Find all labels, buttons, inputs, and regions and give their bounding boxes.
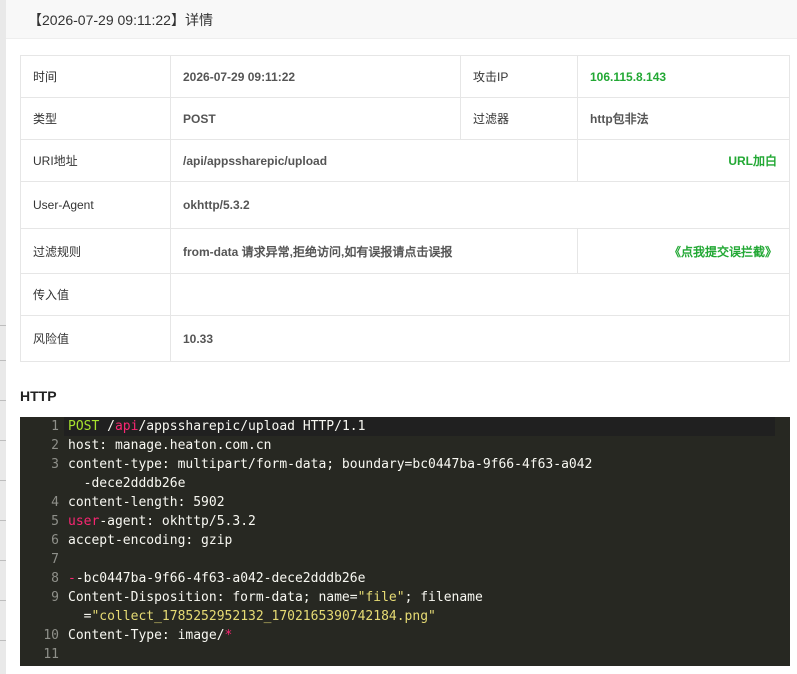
code-string: "file"	[357, 590, 405, 605]
uri-label: URI地址	[20, 139, 171, 182]
code-text: -agent: okhttp/5.3.2	[99, 514, 256, 529]
code-text: -bc0447ba-9f66-4f63-a042-dece2dddb26e	[75, 571, 366, 586]
type-label: 类型	[20, 97, 171, 140]
risk-label: 风险值	[20, 315, 171, 362]
dialog-header: 【2026-07-29 09:11:22】详情	[6, 0, 797, 39]
code-text: =	[68, 609, 92, 624]
filter-rule-label: 过滤规则	[20, 228, 171, 274]
uri-value: /api/appssharepic/upload	[170, 139, 578, 182]
type-value: POST	[170, 97, 461, 140]
code-line-wrapped: ="collect_1785252952132_1702165390742184…	[68, 607, 436, 626]
filter-label: 过滤器	[460, 97, 578, 140]
time-value: 2026-07-29 09:11:22	[170, 55, 461, 98]
code-text: /appssharepic/upload HTTP/1.1	[138, 419, 366, 434]
code-line-wrapped: -dece2dddb26e	[68, 476, 186, 491]
code-token: user	[68, 514, 100, 529]
payload-label: 传入值	[20, 273, 171, 316]
code-token: *	[224, 628, 233, 643]
line-number: 9	[51, 590, 59, 605]
filter-rule-value: from-data 请求异常,拒绝访问,如有误报请点击误报	[170, 228, 578, 274]
detail-row-time: 时间 2026-07-29 09:11:22 攻击IP 106.115.8.14…	[20, 55, 790, 98]
line-number: 8	[51, 571, 59, 586]
code-line: accept-encoding: gzip	[68, 533, 233, 548]
attack-ip-value: 106.115.8.143	[577, 55, 790, 98]
http-method: POST	[68, 419, 100, 434]
detail-dialog: 【2026-07-29 09:11:22】详情 时间 2026-07-29 09…	[6, 0, 797, 674]
code-text: /	[99, 419, 115, 434]
time-label: 时间	[20, 55, 171, 98]
risk-value: 10.33	[170, 315, 790, 362]
user-agent-value: okhttp/5.3.2	[170, 181, 790, 229]
detail-row-user-agent: User-Agent okhttp/5.3.2	[20, 181, 790, 229]
http-code-editor[interactable]: 1 2 3 4 5 6 7 8 9 10 11 POST /api/appssh…	[20, 417, 790, 666]
line-number: 6	[51, 533, 59, 548]
detail-row-filter-rule: 过滤规则 from-data 请求异常,拒绝访问,如有误报请点击误报 《点我提交…	[20, 228, 790, 274]
detail-row-uri: URI地址 /api/appssharepic/upload URL加白	[20, 139, 790, 182]
code-line: content-type: multipart/form-data; bound…	[68, 457, 593, 472]
url-whitelist-link[interactable]: URL加白	[577, 139, 790, 182]
code-text: Content-Type: image/	[68, 628, 225, 643]
filter-value: http包非法	[577, 97, 790, 140]
user-agent-label: User-Agent	[20, 181, 171, 229]
line-number: 1	[51, 419, 59, 434]
dialog-title: 【2026-07-29 09:11:22】详情	[28, 12, 213, 28]
payload-value	[170, 273, 790, 316]
http-section-title: HTTP	[20, 388, 57, 404]
line-number: 2	[51, 438, 59, 453]
code-text: Content-Disposition: form-data; name=	[68, 590, 358, 605]
code-string: "collect_1785252952132_1702165390742184.…	[91, 609, 436, 624]
detail-row-payload: 传入值	[20, 273, 790, 316]
line-number: 3	[51, 457, 59, 472]
line-number-gutter: 1 2 3 4 5 6 7 8 9 10 11	[20, 417, 64, 666]
line-number: 10	[43, 628, 59, 643]
detail-table: 时间 2026-07-29 09:11:22 攻击IP 106.115.8.14…	[20, 55, 790, 362]
code-line: user-agent: okhttp/5.3.2	[68, 512, 256, 531]
line-number: 5	[51, 514, 59, 529]
code-line: Content-Type: image/*	[68, 626, 232, 645]
attack-ip-label: 攻击IP	[460, 55, 578, 98]
code-line: --bc0447ba-9f66-4f63-a042-dece2dddb26e	[68, 569, 365, 588]
line-number: 7	[51, 552, 59, 567]
code-line: content-length: 5902	[68, 495, 225, 510]
line-number: 4	[51, 495, 59, 510]
report-false-positive-link[interactable]: 《点我提交误拦截》	[577, 228, 790, 274]
line-number: 11	[43, 647, 59, 662]
code-token: api	[114, 419, 139, 434]
code-token: -	[68, 571, 76, 586]
detail-row-type: 类型 POST 过滤器 http包非法	[20, 97, 790, 140]
code-text: ; filename	[404, 590, 483, 605]
detail-row-risk: 风险值 10.33	[20, 315, 790, 362]
code-line: Content-Disposition: form-data; name="fi…	[68, 588, 483, 607]
code-line: POST /api/appssharepic/upload HTTP/1.1	[68, 417, 365, 436]
code-line: host: manage.heaton.com.cn	[68, 438, 272, 453]
